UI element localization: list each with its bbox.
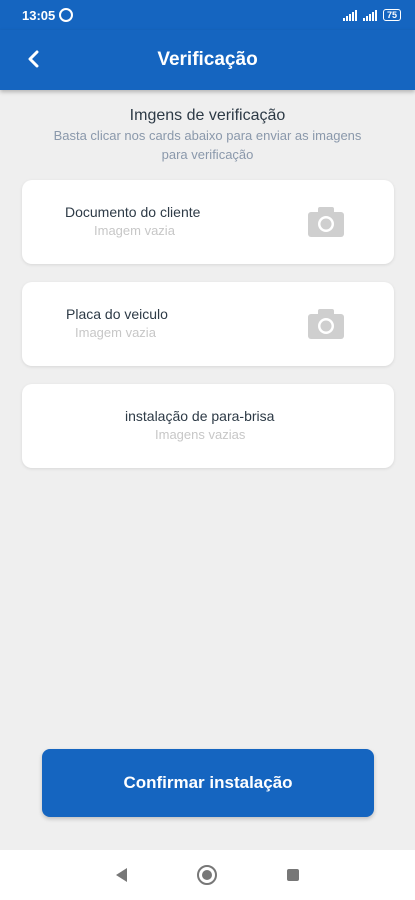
battery-icon: 75: [382, 9, 401, 21]
camera-icon: [308, 207, 344, 237]
nav-home-icon[interactable]: [197, 865, 217, 885]
signal-icon: [362, 9, 377, 21]
nav-recents-icon[interactable]: [287, 869, 299, 881]
card-label: instalação de para-brisa: [125, 408, 275, 424]
status-bar: 13:05 75: [0, 0, 415, 30]
page-title: Verificação: [157, 49, 258, 70]
chevron-left-icon: [28, 50, 39, 68]
signal-icon: [342, 9, 357, 21]
system-nav-bar: [0, 850, 415, 900]
status-icons: 75: [342, 9, 401, 21]
nav-back-icon[interactable]: [116, 868, 127, 882]
card-placa-veiculo[interactable]: Placa do veiculo Imagem vazia: [22, 282, 394, 366]
section-heading: Imgens de verificação: [129, 107, 286, 124]
app-bar: Verificação: [0, 30, 415, 90]
card-instalacao-parabrisa[interactable]: instalação de para-brisa Imagens vazias: [22, 384, 394, 468]
confirm-button[interactable]: Confirmar instalação: [42, 749, 374, 817]
card-label: Placa do veiculo: [66, 306, 168, 322]
camera-icon: [308, 309, 344, 339]
back-button[interactable]: [18, 44, 48, 74]
card-status: Imagem vazia: [75, 325, 156, 340]
section-subheading: Basta clicar nos cards abaixo para envia…: [53, 128, 362, 162]
card-documento-cliente[interactable]: Documento do cliente Imagem vazia: [22, 180, 394, 264]
card-status: Imagem vazia: [94, 223, 175, 238]
card-status: Imagens vazias: [155, 427, 246, 442]
card-label: Documento do cliente: [65, 204, 201, 220]
status-time: 13:05: [22, 7, 56, 23]
alarm-icon: [59, 8, 74, 22]
